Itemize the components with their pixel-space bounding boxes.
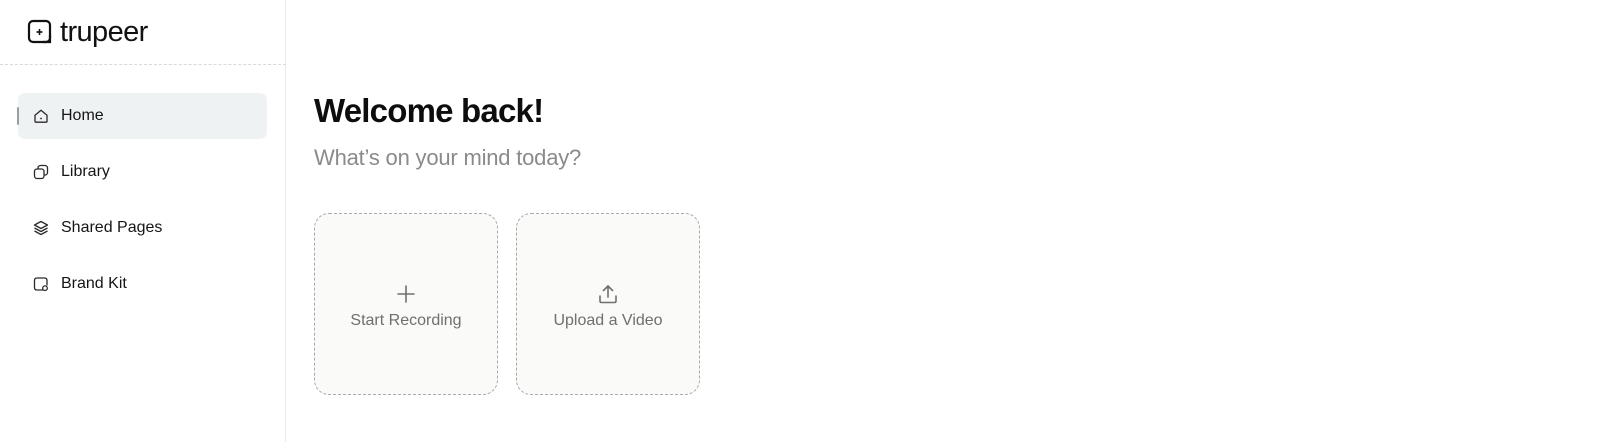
sidebar-item-shared-pages[interactable]: Shared Pages bbox=[18, 205, 267, 251]
home-icon bbox=[34, 109, 48, 123]
page-title: Welcome back! bbox=[314, 92, 544, 129]
brand-name: trupeer bbox=[60, 15, 148, 48]
sidebar-item-library[interactable]: Library bbox=[18, 149, 267, 195]
sidebar-item-home[interactable]: Home bbox=[17, 93, 267, 139]
sidebar-item-label: Library bbox=[61, 163, 110, 180]
brand-kit-icon bbox=[33, 277, 48, 292]
sidebar-item-label: Brand Kit bbox=[61, 275, 127, 292]
sidebar-item-brand-kit[interactable]: Brand Kit bbox=[18, 261, 267, 307]
sidebar-item-label: Home bbox=[61, 107, 104, 124]
layers-icon bbox=[33, 220, 49, 236]
upload-video-label: Upload a Video bbox=[553, 311, 663, 329]
page-subtitle: What’s on your mind today? bbox=[314, 145, 582, 170]
trupeer-logo-icon bbox=[27, 19, 52, 44]
sidebar-item-label: Shared Pages bbox=[61, 219, 163, 236]
brand-logo[interactable]: trupeer bbox=[27, 16, 148, 48]
plus-icon bbox=[397, 284, 415, 303]
start-recording-label: Start Recording bbox=[350, 311, 462, 329]
sidebar-nav: Home Library Shared Pages Brand Kit bbox=[17, 93, 267, 317]
upload-icon bbox=[599, 284, 617, 303]
divider bbox=[0, 64, 286, 65]
sidebar: trupeer Home Library Shared Pages Brand … bbox=[0, 0, 286, 442]
library-icon bbox=[33, 164, 49, 180]
upload-video-button[interactable]: Upload a Video bbox=[516, 213, 700, 395]
start-recording-button[interactable]: Start Recording bbox=[314, 213, 498, 395]
